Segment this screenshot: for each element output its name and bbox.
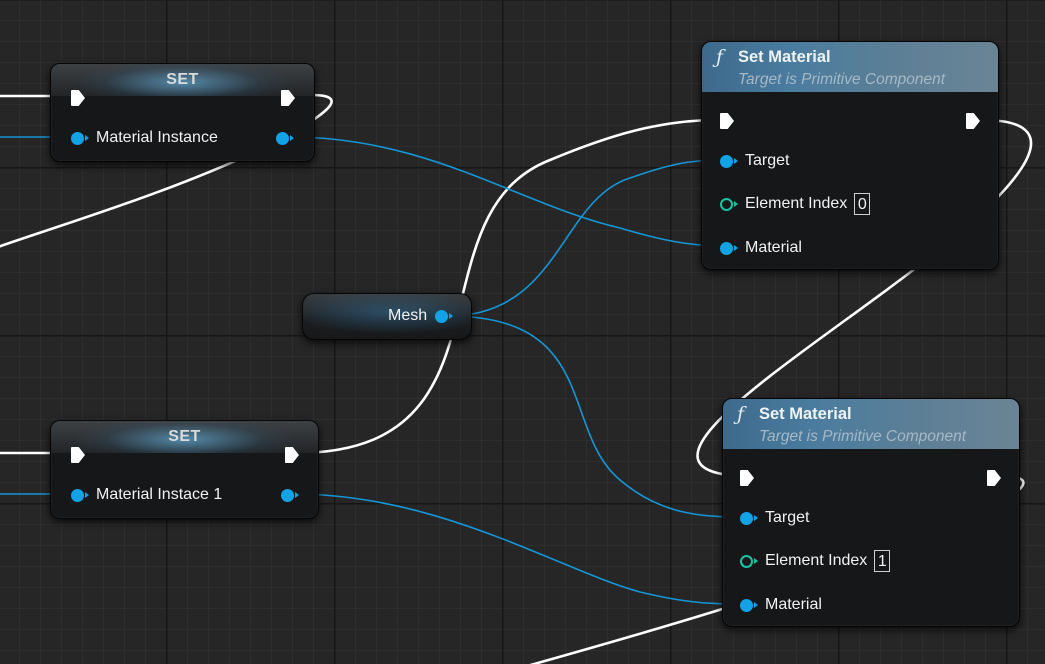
- target-label: Target: [765, 509, 810, 526]
- element-index-input[interactable]: 0: [854, 193, 871, 215]
- material-instance-1-output-pin[interactable]: [281, 483, 299, 507]
- exec-in-arrow-icon: [71, 90, 85, 106]
- pin-label: Material Instace 1: [96, 486, 223, 503]
- object-pin-icon: [720, 154, 738, 168]
- mesh-label: Mesh: [388, 307, 428, 324]
- element-index-label: Element Index: [765, 552, 868, 569]
- exec-in-arrow-icon: [720, 113, 734, 129]
- material-instance-1-input-pin[interactable]: Material Instace 1: [71, 483, 222, 507]
- element-index-input[interactable]: 1: [874, 550, 891, 572]
- material-input-pin[interactable]: Material: [740, 593, 822, 617]
- object-pin-icon: [740, 511, 758, 525]
- element-index-label: Element Index: [745, 195, 848, 212]
- exec-in-pin[interactable]: [720, 109, 734, 133]
- function-icon: ƒ: [737, 403, 745, 425]
- set-node-header: SET: [51, 421, 318, 453]
- integer-pin-icon: [740, 554, 758, 568]
- set-material-node-1[interactable]: ƒ Set Material Target is Primitive Compo…: [701, 41, 999, 270]
- material-instance-output-pin[interactable]: [276, 126, 294, 150]
- exec-out-arrow-icon: [966, 113, 980, 129]
- set-node-title: SET: [166, 71, 199, 88]
- object-pin-icon: [740, 598, 758, 612]
- target-input-pin[interactable]: Target: [720, 149, 789, 173]
- exec-in-pin[interactable]: [740, 466, 754, 490]
- object-pin-icon: [71, 488, 89, 502]
- function-subtitle: Target is Primitive Component: [759, 428, 967, 445]
- material-instance-input-pin[interactable]: Material Instance: [71, 126, 218, 150]
- exec-out-pin[interactable]: [281, 86, 295, 110]
- exec-in-pin[interactable]: [71, 86, 85, 110]
- material-label: Material: [765, 596, 822, 613]
- set-node-material-instance[interactable]: SET Material Instance: [50, 63, 315, 162]
- target-input-pin[interactable]: Target: [740, 506, 809, 530]
- exec-out-pin[interactable]: [966, 109, 980, 133]
- exec-in-pin[interactable]: [71, 443, 85, 467]
- target-label: Target: [745, 152, 790, 169]
- object-pin-icon: [71, 131, 89, 145]
- exec-in-arrow-icon: [71, 447, 85, 463]
- set-node-header: SET: [51, 64, 314, 96]
- set-material-node-2[interactable]: ƒ Set Material Target is Primitive Compo…: [722, 398, 1020, 627]
- material-input-pin[interactable]: Material: [720, 236, 802, 260]
- mesh-output-pin[interactable]: Mesh: [388, 304, 454, 328]
- mesh-getter-node[interactable]: Mesh: [302, 293, 472, 340]
- element-index-pin[interactable]: Element Index 0: [720, 192, 871, 216]
- object-pin-icon: [435, 309, 454, 323]
- function-title: Set Material: [738, 48, 831, 66]
- exec-out-pin[interactable]: [285, 443, 299, 467]
- exec-out-arrow-icon: [285, 447, 299, 463]
- object-wire-mesh-to-target-2: [447, 315, 743, 518]
- exec-out-arrow-icon: [281, 90, 295, 106]
- object-wire-mesh-to-target-1: [447, 159, 723, 317]
- exec-out-pin[interactable]: [987, 466, 1001, 490]
- function-node-header: ƒ Set Material Target is Primitive Compo…: [702, 42, 998, 92]
- function-node-header: ƒ Set Material Target is Primitive Compo…: [723, 399, 1019, 449]
- function-icon: ƒ: [716, 46, 724, 68]
- function-subtitle: Target is Primitive Component: [738, 71, 946, 88]
- exec-in-arrow-icon: [740, 470, 754, 486]
- object-pin-icon: [281, 488, 299, 502]
- set-node-title: SET: [168, 428, 201, 445]
- material-label: Material: [745, 239, 802, 256]
- object-pin-icon: [276, 131, 294, 145]
- function-title: Set Material: [759, 405, 852, 423]
- exec-out-arrow-icon: [987, 470, 1001, 486]
- pin-label: Material Instance: [96, 129, 218, 146]
- element-index-pin[interactable]: Element Index 1: [740, 549, 891, 573]
- integer-pin-icon: [720, 197, 738, 211]
- object-pin-icon: [720, 241, 738, 255]
- set-node-material-instance-1[interactable]: SET Material Instace 1: [50, 420, 319, 519]
